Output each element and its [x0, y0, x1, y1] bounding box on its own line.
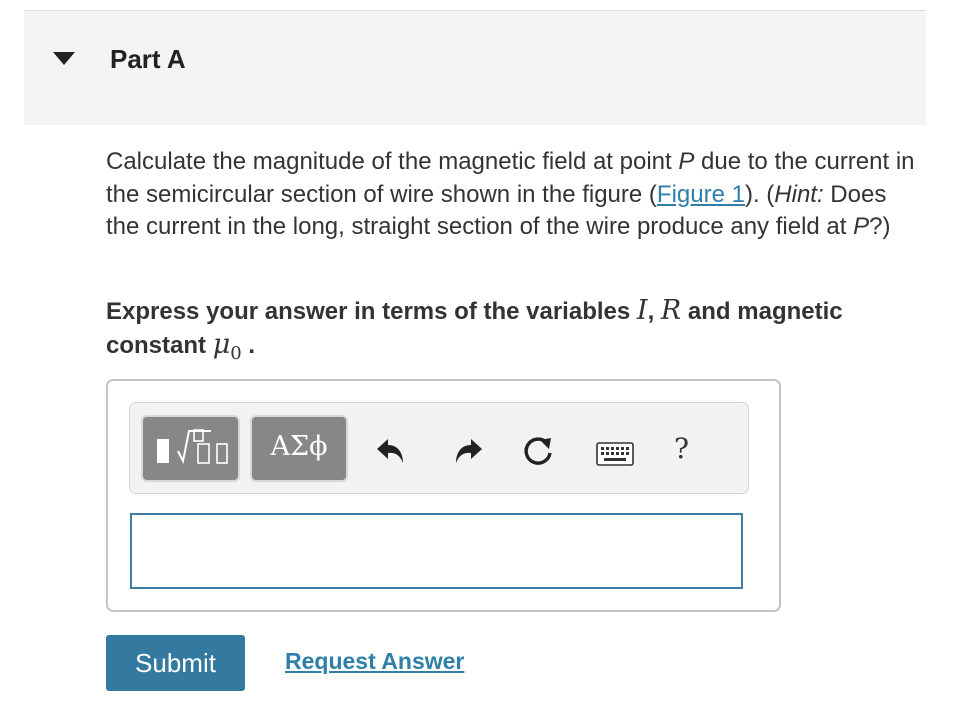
symbols-label: ΑΣϕ — [270, 431, 328, 462]
help-button[interactable]: ? — [674, 432, 689, 465]
collapse-triangle-icon[interactable] — [53, 52, 75, 65]
instruction-prefix: Express your answer in terms of the vari… — [106, 298, 637, 325]
undo-icon[interactable] — [373, 433, 407, 467]
figure-link[interactable]: Figure 1 — [657, 181, 745, 208]
keyboard-icon[interactable] — [596, 442, 634, 468]
answer-instruction: Express your answer in terms of the vari… — [106, 294, 926, 370]
instruction-end: . — [241, 332, 256, 359]
answer-input[interactable] — [130, 513, 743, 589]
instruction-comma: , — [647, 298, 661, 325]
templates-icon — [157, 429, 228, 465]
submit-button[interactable]: Submit — [106, 635, 245, 691]
variable-i: I — [636, 295, 648, 326]
request-answer-link[interactable]: Request Answer — [285, 648, 464, 675]
question-line: Calculate the magnitude of the magnetic … — [106, 148, 679, 175]
reset-icon[interactable] — [520, 433, 556, 469]
redo-icon[interactable] — [452, 433, 486, 467]
hint-point-variable: P — [853, 213, 870, 240]
mu-symbol: μ — [212, 329, 231, 360]
point-variable: P — [678, 148, 695, 175]
symbols-button[interactable]: ΑΣϕ — [250, 415, 348, 482]
mu-subscript: 0 — [230, 342, 242, 364]
templates-button[interactable] — [141, 415, 240, 482]
part-title: Part A — [110, 44, 186, 74]
question-text: Calculate the magnitude of the magnetic … — [106, 146, 921, 244]
variable-r: R — [660, 295, 682, 326]
question-after-link: ). ( — [744, 180, 775, 208]
hint-label: Hint: — [774, 180, 824, 208]
hint-end: ?) — [869, 213, 891, 240]
